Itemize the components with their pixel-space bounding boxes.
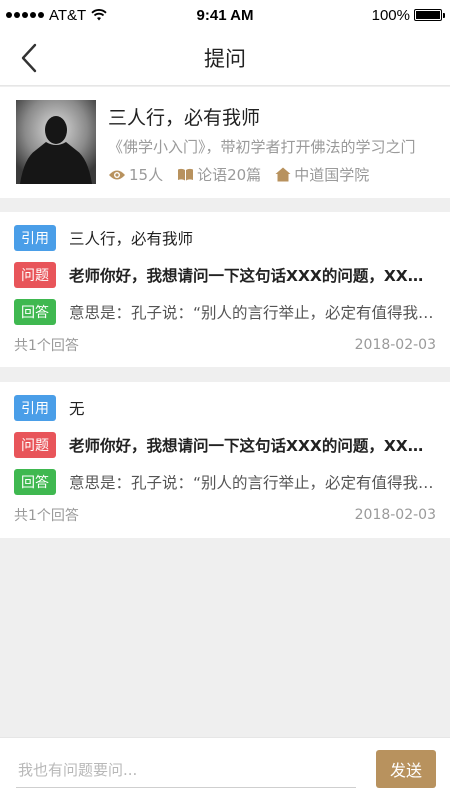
question-footer: 共1个回答 2018-02-03 (14, 503, 436, 527)
quote-text: 三人行，必有我师 (69, 229, 194, 248)
quote-text: 无 (69, 399, 85, 418)
academy-meta: 中道国学院 (275, 164, 369, 185)
quote-row: 引用 三人行，必有我师 (14, 224, 436, 251)
question-tag: 问题 (14, 431, 56, 458)
answer-text: 意思是：孔子说：“别人的言行举止，必定有值得我学习的地方” (69, 303, 434, 322)
answer-count: 共1个回答 (14, 508, 79, 524)
answer-tag: 回答 (14, 468, 56, 495)
status-right: 100% (371, 6, 445, 24)
views-count: 15人 (129, 166, 164, 184)
send-button[interactable]: 发送 (376, 750, 436, 788)
course-title: 三人行，必有我师 (108, 107, 261, 129)
articles-count: 论语20篇 (197, 166, 262, 184)
question-footer: 共1个回答 2018-02-03 (14, 333, 436, 357)
book-icon (178, 168, 194, 181)
answer-text: 意思是：孔子说：“别人的言行举止，必定有值得我学习的地方” (69, 473, 434, 492)
chevron-left-icon (21, 43, 37, 73)
answer-row: 回答 意思是：孔子说：“别人的言行举止，必定有值得我学习的地方” (14, 468, 436, 495)
back-button[interactable] (14, 40, 44, 76)
question-text: 老师你好，我想请问一下这句话XXX的问题，XXX是什么意思 (69, 436, 434, 455)
answer-row: 回答 意思是：孔子说：“别人的言行举止，必定有值得我学习的地方” (14, 298, 436, 325)
nav-bar: 提问 (0, 30, 450, 86)
question-row: 问题 老师你好，我想请问一下这句话XXX的问题，XXX是什么意思 (14, 431, 436, 458)
question-date: 2018-02-03 (354, 337, 436, 353)
carrier-label: AT&T (49, 6, 87, 24)
quote-tag: 引用 (14, 394, 56, 421)
battery-percent: 100% (371, 6, 410, 24)
course-header[interactable]: 三人行，必有我师 《佛学小入门》，带初学者打开佛法的学习之门 15人 论语20篇 (0, 87, 450, 198)
course-thumbnail (16, 100, 96, 184)
battery-icon (414, 9, 445, 21)
articles-meta: 论语20篇 (177, 164, 261, 185)
question-card[interactable]: 引用 三人行，必有我师 问题 老师你好，我想请问一下这句话XXX的问题，XXX是… (0, 212, 450, 367)
signal-icon (6, 12, 44, 18)
question-text: 老师你好，我想请问一下这句话XXX的问题，XXX是什么意思 (69, 266, 434, 285)
wifi-icon (91, 9, 107, 21)
views-meta: 15人 (108, 164, 163, 185)
answer-tag: 回答 (14, 298, 56, 325)
answer-count: 共1个回答 (14, 338, 79, 354)
course-meta: 15人 论语20篇 中道国学院 (108, 164, 434, 185)
course-description: 《佛学小入门》，带初学者打开佛法的学习之门 (108, 138, 416, 156)
home-icon (275, 167, 291, 182)
quote-tag: 引用 (14, 224, 56, 251)
quote-row: 引用 无 (14, 394, 436, 421)
status-bar: AT&T 9:41 AM 100% (0, 0, 450, 30)
question-card[interactable]: 引用 无 问题 老师你好，我想请问一下这句话XXX的问题，XXX是什么意思 回答… (0, 382, 450, 538)
page-title: 提问 (204, 46, 246, 71)
course-info: 三人行，必有我师 《佛学小入门》，带初学者打开佛法的学习之门 15人 论语20篇 (108, 100, 434, 198)
question-row: 问题 老师你好，我想请问一下这句话XXX的问题，XXX是什么意思 (14, 261, 436, 288)
composer-bar: 发送 (0, 737, 450, 800)
status-left: AT&T (6, 7, 107, 24)
question-tag: 问题 (14, 261, 56, 288)
eye-icon (109, 170, 125, 179)
academy-name: 中道国学院 (294, 166, 370, 184)
question-date: 2018-02-03 (354, 507, 436, 523)
question-input[interactable] (16, 752, 356, 788)
